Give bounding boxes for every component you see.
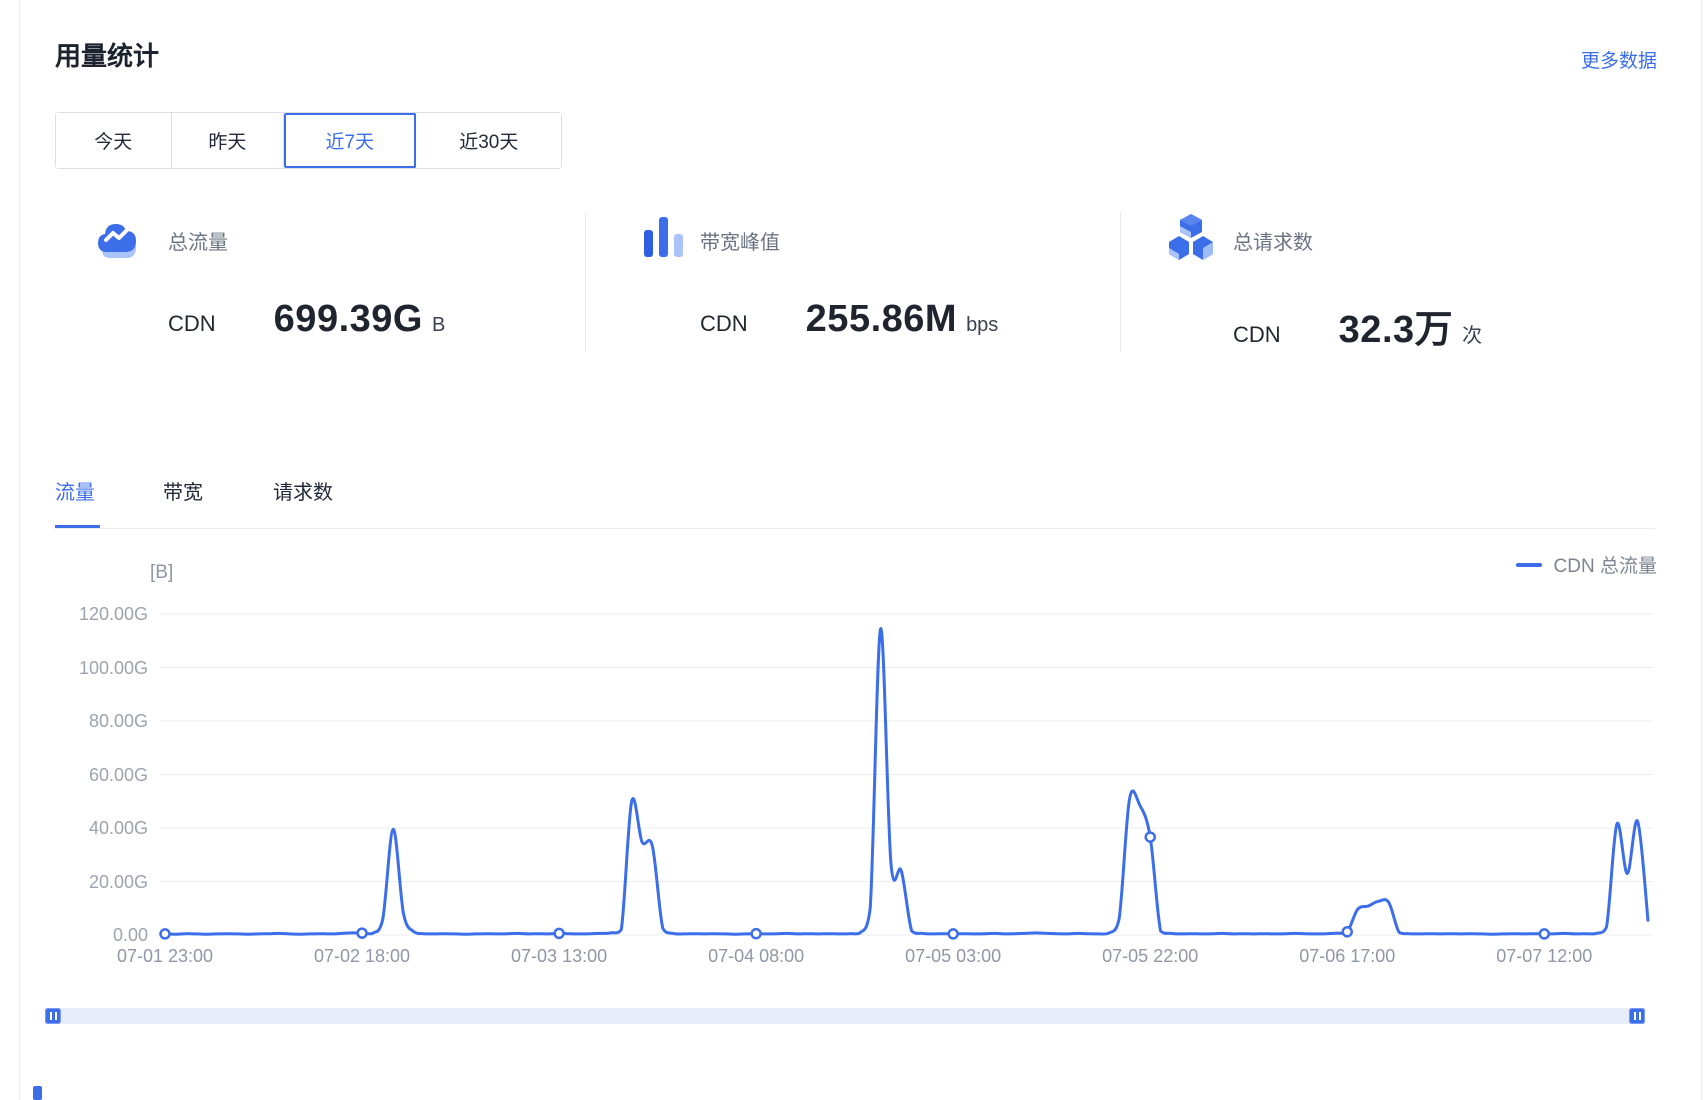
y-axis-label: 40.00G (38, 817, 148, 839)
y-axis-label: 0.00 (38, 924, 148, 946)
y-axis-label: 60.00G (38, 764, 148, 786)
x-axis-label: 07-04 08:00 (708, 946, 804, 967)
datazoom-left-handle[interactable] (45, 1008, 61, 1024)
traffic-line-chart (0, 0, 1706, 1100)
y-axis-label: 120.00G (38, 603, 148, 625)
datazoom-right-handle[interactable] (1629, 1008, 1645, 1024)
x-axis-label: 07-02 18:00 (314, 946, 410, 967)
range-tab-last7days[interactable]: 近7天 (284, 113, 416, 168)
usage-stats-panel: 用量统计 更多数据 今天 昨天 近7天 近30天 总流量 CDN 699.39G… (0, 0, 1706, 1100)
x-axis-label: 07-06 17:00 (1299, 946, 1395, 967)
datazoom-track[interactable] (45, 1008, 1645, 1024)
next-section-accent-fragment (33, 1086, 42, 1100)
x-axis-label: 07-01 23:00 (117, 946, 213, 967)
y-axis-label: 80.00G (38, 710, 148, 732)
x-axis-label: 07-07 12:00 (1496, 946, 1592, 967)
x-axis-label: 07-05 03:00 (905, 946, 1001, 967)
y-axis-label: 20.00G (38, 871, 148, 893)
x-axis-label: 07-05 22:00 (1102, 946, 1198, 967)
x-axis-label: 07-03 13:00 (511, 946, 607, 967)
y-axis-label: 100.00G (38, 657, 148, 679)
